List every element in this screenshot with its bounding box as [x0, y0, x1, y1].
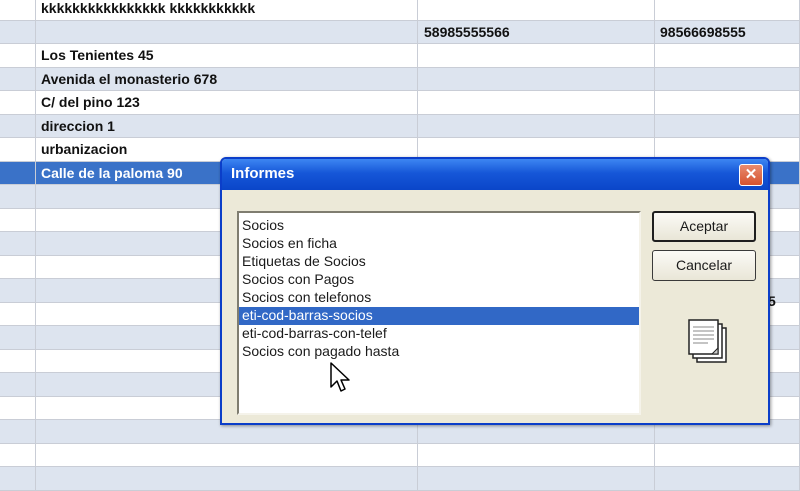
- document-stack-icon: [688, 319, 727, 363]
- list-item[interactable]: Etiquetas de Socios: [239, 253, 639, 271]
- table-cell[interactable]: [0, 255, 36, 278]
- table-cell[interactable]: [0, 161, 36, 184]
- dialog-title: Informes: [231, 165, 295, 182]
- table-cell[interactable]: [0, 185, 36, 208]
- table-row[interactable]: [0, 443, 800, 467]
- list-item[interactable]: eti-cod-barras-socios: [239, 307, 639, 325]
- table-cell[interactable]: [0, 20, 36, 43]
- table-row[interactable]: 58985555566 98566698555: [0, 20, 800, 44]
- table-cell[interactable]: [0, 302, 36, 325]
- reports-listbox[interactable]: Socios Socios en ficha Etiquetas de Socios…: [237, 211, 641, 415]
- table-row[interactable]: [0, 467, 800, 491]
- table-cell[interactable]: 58985555566: [418, 20, 655, 43]
- table-cell[interactable]: [655, 114, 800, 137]
- table-cell[interactable]: C/ del pino 123: [36, 91, 418, 114]
- table-cell[interactable]: [0, 67, 36, 90]
- table-cell[interactable]: [418, 443, 655, 466]
- list-item[interactable]: Socios: [239, 217, 639, 235]
- list-item[interactable]: Socios con Pagos: [239, 271, 639, 289]
- table-cell[interactable]: [0, 208, 36, 231]
- list-item[interactable]: Socios en ficha: [239, 235, 639, 253]
- table-row[interactable]: kkkkkkkkkkkkkkkk kkkkkkkkkkk: [0, 0, 800, 21]
- table-cell[interactable]: [418, 44, 655, 67]
- table-cell[interactable]: [0, 279, 36, 302]
- table-cell[interactable]: [0, 0, 36, 20]
- table-cell[interactable]: [0, 91, 36, 114]
- table-cell[interactable]: [418, 467, 655, 490]
- table-cell[interactable]: [655, 443, 800, 466]
- informes-dialog: Informes ✕ Socios Socios en ficha Etiqueta…: [220, 157, 770, 425]
- table-cell[interactable]: [418, 0, 655, 20]
- table-row[interactable]: C/ del pino 123: [0, 91, 800, 115]
- table-cell[interactable]: [0, 232, 36, 255]
- table-cell[interactable]: [0, 44, 36, 67]
- list-item[interactable]: eti-cod-barras-con-telef: [239, 325, 639, 343]
- table-cell[interactable]: 98566698555: [655, 20, 800, 43]
- table-cell[interactable]: [36, 467, 418, 490]
- table-cell[interactable]: Avenida el monasterio 678: [36, 67, 418, 90]
- table-cell[interactable]: [0, 396, 36, 419]
- table-row[interactable]: Avenida el monasterio 678: [0, 67, 800, 91]
- table-cell[interactable]: [0, 443, 36, 466]
- table-cell[interactable]: [655, 0, 800, 20]
- table-row[interactable]: Los Tenientes 45: [0, 44, 800, 68]
- table-cell[interactable]: [0, 114, 36, 137]
- table-cell[interactable]: [0, 138, 36, 161]
- table-cell[interactable]: kkkkkkkkkkkkkkkk kkkkkkkkkkk: [36, 0, 418, 20]
- table-cell[interactable]: [655, 91, 800, 114]
- accept-button[interactable]: Aceptar: [652, 211, 756, 242]
- table-cell[interactable]: [655, 44, 800, 67]
- table-cell[interactable]: [36, 20, 418, 43]
- table-cell[interactable]: direccion 1: [36, 114, 418, 137]
- table-cell[interactable]: [36, 443, 418, 466]
- list-item[interactable]: Socios con pagado hasta: [239, 343, 639, 361]
- table-cell[interactable]: [655, 67, 800, 90]
- table-cell[interactable]: [418, 67, 655, 90]
- list-item[interactable]: Socios con telefonos: [239, 289, 639, 307]
- table-cell[interactable]: [0, 467, 36, 490]
- table-cell[interactable]: [0, 373, 36, 396]
- close-icon[interactable]: ✕: [739, 164, 763, 186]
- table-cell[interactable]: [0, 420, 36, 443]
- table-row[interactable]: direccion 1: [0, 114, 800, 138]
- table-cell[interactable]: [418, 114, 655, 137]
- table-cell[interactable]: [0, 349, 36, 372]
- cancel-button[interactable]: Cancelar: [652, 250, 756, 281]
- table-cell[interactable]: [655, 467, 800, 490]
- table-cell[interactable]: [418, 91, 655, 114]
- dialog-title-bar[interactable]: Informes ✕: [222, 159, 768, 190]
- mouse-cursor-icon: [330, 362, 350, 392]
- table-cell[interactable]: [0, 326, 36, 349]
- table-cell[interactable]: Los Tenientes 45: [36, 44, 418, 67]
